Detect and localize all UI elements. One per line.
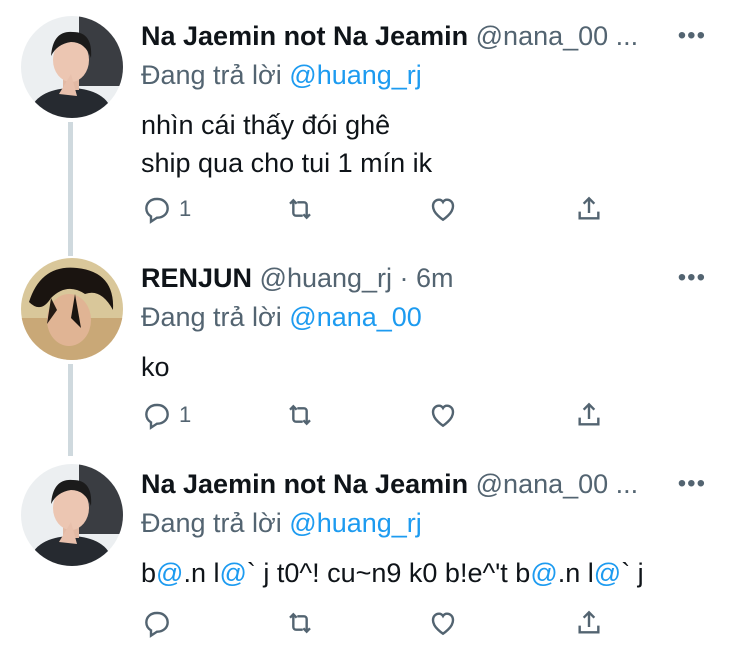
retweet-button[interactable] bbox=[284, 606, 316, 640]
like-icon bbox=[431, 404, 455, 428]
like-button[interactable] bbox=[427, 192, 459, 226]
more-horizontal-icon[interactable]: ••• bbox=[678, 16, 706, 56]
at-symbol: @ bbox=[219, 558, 247, 588]
action-bar: 1 bbox=[141, 398, 611, 432]
text-segment: .n l bbox=[183, 558, 220, 588]
text-segment: b bbox=[141, 558, 157, 588]
replying-to-label: Đang trả lời bbox=[141, 60, 282, 90]
more-horizontal-icon[interactable]: ••• bbox=[678, 464, 706, 504]
replying-to-label: Đang trả lời bbox=[141, 302, 282, 332]
reply-icon bbox=[145, 611, 169, 638]
tweet-text-line: nhìn cái thấy đói ghê bbox=[141, 110, 391, 140]
share-button[interactable] bbox=[573, 192, 605, 226]
tweet[interactable]: Na Jaemin not Na Jeamin @nana_00 ... •••… bbox=[0, 464, 750, 644]
tweet[interactable]: Na Jaemin not Na Jeamin @nana_00 ... •••… bbox=[0, 16, 750, 246]
share-icon bbox=[578, 610, 600, 634]
retweet-button[interactable] bbox=[284, 398, 316, 432]
replying-to: Đang trả lời @huang_rj bbox=[141, 58, 750, 92]
share-icon bbox=[578, 402, 600, 426]
share-button[interactable] bbox=[573, 398, 605, 432]
more-horizontal-icon[interactable]: ••• bbox=[678, 258, 706, 298]
avatar[interactable] bbox=[21, 464, 123, 566]
avatar[interactable] bbox=[21, 16, 123, 118]
at-symbol: @ bbox=[593, 558, 622, 588]
handle[interactable]: @huang_rj · 6m bbox=[260, 263, 454, 293]
like-button[interactable] bbox=[427, 606, 459, 640]
replying-to: Đang trả lời @nana_00 bbox=[141, 300, 750, 334]
like-icon bbox=[431, 612, 455, 636]
mention-link[interactable]: @huang_rj bbox=[289, 508, 422, 538]
tweet-text-line: ship qua cho tui 1 mín ik bbox=[141, 148, 433, 178]
mention-link[interactable]: @huang_rj bbox=[289, 60, 422, 90]
text-segment: ` j t0^! cu~n9 k0 b!e^'t b bbox=[246, 558, 531, 588]
retweet-icon bbox=[289, 612, 311, 634]
text-segment: ` j bbox=[621, 558, 644, 588]
action-bar bbox=[141, 606, 611, 640]
retweet-button[interactable] bbox=[284, 192, 316, 226]
retweet-icon bbox=[289, 404, 311, 426]
replying-to-label: Đang trả lời bbox=[141, 508, 282, 538]
display-name[interactable]: RENJUN bbox=[141, 263, 252, 293]
replying-to: Đang trả lời @huang_rj bbox=[141, 506, 750, 540]
at-symbol: @ bbox=[156, 558, 184, 588]
reply-count: 1 bbox=[179, 402, 192, 427]
tweet[interactable]: RENJUN @huang_rj · 6m ••• Đang trả lời @… bbox=[0, 258, 750, 448]
display-name[interactable]: Na Jaemin not Na Jeamin bbox=[141, 21, 468, 51]
tweet-text: b@.n l@` j t0^! cu~n9 k0 b!e^'t b@.n l@`… bbox=[141, 554, 750, 592]
reply-button[interactable] bbox=[141, 606, 173, 640]
avatar[interactable] bbox=[21, 258, 123, 360]
handle[interactable]: @nana_00 ... bbox=[476, 469, 639, 499]
handle[interactable]: @nana_00 ... bbox=[476, 21, 639, 51]
reply-count: 1 bbox=[179, 196, 192, 221]
action-bar: 1 bbox=[141, 192, 611, 226]
like-icon bbox=[431, 198, 455, 222]
reply-button[interactable]: 1 bbox=[141, 192, 191, 226]
reply-icon bbox=[145, 197, 169, 224]
at-symbol: @ bbox=[530, 558, 558, 588]
share-button[interactable] bbox=[573, 606, 605, 640]
like-button[interactable] bbox=[427, 398, 459, 432]
tweet-text-line: ko bbox=[141, 352, 170, 382]
reply-button[interactable]: 1 bbox=[141, 398, 191, 432]
share-icon bbox=[578, 196, 600, 220]
display-name[interactable]: Na Jaemin not Na Jeamin bbox=[141, 469, 468, 499]
text-segment: .n l bbox=[557, 558, 594, 588]
tweet-text: ko bbox=[141, 348, 750, 386]
mention-link[interactable]: @nana_00 bbox=[289, 302, 422, 332]
reply-icon bbox=[145, 403, 169, 430]
tweet-text: nhìn cái thấy đói ghê ship qua cho tui 1… bbox=[141, 106, 750, 182]
retweet-icon bbox=[289, 198, 311, 220]
